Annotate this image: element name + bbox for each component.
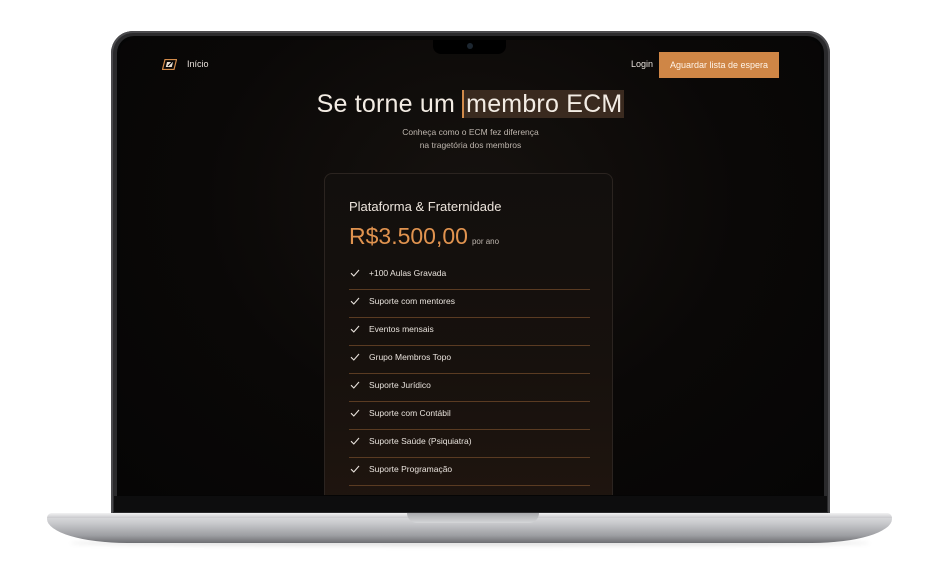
hero-title-highlight: membro ECM (462, 90, 625, 118)
feature-label: Suporte Saúde (Psiquiatra) (369, 435, 472, 446)
feature-item: Suporte com Contábil (349, 402, 590, 430)
feature-label: Eventos mensais (369, 323, 434, 334)
feature-label: Suporte com mentores (369, 295, 455, 306)
check-icon (350, 269, 360, 277)
check-icon (350, 381, 360, 389)
laptop-chin (114, 496, 827, 512)
laptop-screen: Início Login Aguardar lista de espera Se… (120, 40, 821, 495)
feature-item: Suporte com mentores (349, 290, 590, 318)
feature-item: Grupo Membros Topo (349, 346, 590, 374)
check-icon (350, 297, 360, 305)
feature-item: Suporte Jurídico (349, 374, 590, 402)
check-icon (350, 409, 360, 417)
pricing-card: Plataforma & Fraternidade R$3.500,00 por … (324, 173, 613, 495)
check-icon (350, 353, 360, 361)
feature-label: +100 Aulas Gravada (369, 267, 447, 278)
waitlist-button[interactable]: Aguardar lista de espera (659, 52, 779, 78)
feature-list: +100 Aulas Gravada Suporte com mentores … (349, 262, 590, 486)
feature-item: Suporte Saúde (Psiquiatra) (349, 430, 590, 458)
feature-label: Suporte com Contábil (369, 407, 451, 418)
hero-subtitle-line: na tragetória dos membros (419, 140, 522, 150)
feature-label: Suporte Programação (369, 463, 453, 474)
check-icon (350, 465, 360, 473)
camera-icon (467, 43, 473, 49)
ecm-logo-icon[interactable] (162, 59, 177, 70)
feature-item: Suporte Programação (349, 458, 590, 486)
feature-label: Grupo Membros Topo (369, 351, 452, 362)
plan-period: por ano (471, 237, 500, 246)
hero-title-prefix: Se torne um (316, 90, 456, 118)
hero-subtitle: Conheça como o ECM fez diferença na trag… (120, 126, 821, 152)
check-icon (350, 437, 360, 445)
nav-home-link[interactable]: Início (187, 59, 209, 69)
plan-price-block: R$3.500,00 por ano (349, 223, 499, 250)
feature-label: Suporte Jurídico (369, 379, 431, 390)
plan-price: R$3.500,00 (349, 223, 468, 249)
laptop-opening-notch (407, 513, 539, 523)
hero-subtitle-line: Conheça como o ECM fez diferença (402, 127, 539, 137)
nav-login-link[interactable]: Login (631, 59, 653, 69)
plan-name: Plataforma & Fraternidade (349, 199, 502, 214)
feature-item: Eventos mensais (349, 318, 590, 346)
hero-title: Se torne um membro ECM (120, 90, 821, 119)
check-icon (350, 325, 360, 333)
feature-item: +100 Aulas Gravada (349, 262, 590, 290)
